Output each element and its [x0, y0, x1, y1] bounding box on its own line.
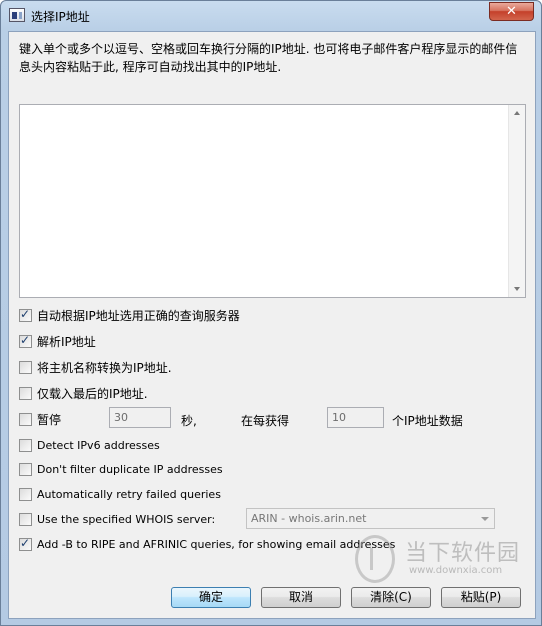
option-detect-ipv6[interactable]: Detect IPv6 addresses [19, 437, 160, 453]
watermark-url: www.downxia.com [409, 565, 503, 576]
pause-count-input[interactable]: 10 [327, 407, 384, 428]
close-button[interactable]: ✕ [489, 2, 534, 21]
option-label: 自动根据IP地址选用正确的查询服务器 [37, 308, 240, 323]
option-label: Detect IPv6 addresses [37, 438, 160, 452]
watermark-logo: 当下软件园 www.downxia.com [349, 531, 529, 587]
option-specified-whois[interactable]: Use the specified WHOIS server: [19, 511, 215, 527]
option-label: 仅载入最后的IP地址. [37, 386, 148, 401]
close-icon: ✕ [506, 4, 517, 19]
checkbox-detect-ipv6[interactable] [19, 438, 32, 452]
checkbox-resolve-ip[interactable] [19, 333, 32, 348]
checkbox-pause[interactable] [19, 412, 32, 426]
ok-button[interactable]: 确定 [171, 587, 251, 608]
option-label: Don't filter duplicate IP addresses [37, 462, 223, 476]
dialog-window: 选择IP地址 ✕ 键入单个或多个以逗号、空格或回车换行分隔的IP地址. 也可将电… [0, 0, 542, 626]
option-label: 解析IP地址 [37, 334, 96, 349]
instructions-text: 键入单个或多个以逗号、空格或回车换行分隔的IP地址. 也可将电子邮件客户程序显示… [19, 42, 518, 74]
cancel-button[interactable]: 取消 [261, 587, 341, 608]
checkbox-no-filter-duplicates[interactable] [19, 462, 32, 476]
pause-seconds-unit: 秒, [181, 414, 197, 428]
paste-button[interactable]: 粘贴(P) [441, 587, 521, 608]
checkbox-hostname-to-ip[interactable] [19, 360, 32, 374]
option-label: Automatically retry failed queries [37, 487, 221, 501]
checkbox-specified-whois[interactable] [19, 512, 32, 526]
option-load-last-ip[interactable]: 仅载入最后的IP地址. [19, 385, 148, 401]
option-pause[interactable]: 暂停 [19, 411, 61, 427]
whois-server-value: ARIN - whois.arin.net [251, 512, 367, 525]
option-no-filter-duplicates[interactable]: Don't filter duplicate IP addresses [19, 461, 223, 477]
option-label: 将主机名称转换为IP地址. [37, 360, 172, 375]
option-label: Add -B to RIPE and AFRINIC queries, for … [37, 537, 396, 551]
app-icon [9, 8, 25, 22]
watermark-icon [355, 535, 395, 583]
option-hostname-to-ip[interactable]: 将主机名称转换为IP地址. [19, 359, 172, 375]
checkbox-add-b-flag[interactable] [19, 536, 32, 551]
scroll-up-icon[interactable] [514, 111, 520, 115]
pause-every-label: 在每获得 [241, 414, 290, 428]
option-add-b-flag[interactable]: Add -B to RIPE and AFRINIC queries, for … [19, 536, 395, 552]
clear-button[interactable]: 清除(C) [351, 587, 431, 608]
checkbox-auto-retry[interactable] [19, 487, 32, 501]
watermark-text: 当下软件园 [405, 541, 521, 566]
vertical-scrollbar[interactable] [508, 105, 525, 297]
option-label: Use the specified WHOIS server: [37, 512, 216, 526]
checkbox-load-last-ip[interactable] [19, 386, 32, 400]
option-auto-retry[interactable]: Automatically retry failed queries [19, 486, 221, 502]
whois-server-select[interactable]: ARIN - whois.arin.net [246, 508, 495, 529]
chevron-down-icon[interactable] [477, 511, 492, 526]
option-resolve-ip[interactable]: 解析IP地址 [19, 333, 96, 349]
pause-count-unit: 个IP地址数据 [392, 414, 463, 428]
ip-address-input[interactable] [19, 104, 526, 298]
scroll-down-icon[interactable] [514, 287, 520, 291]
option-auto-select-server[interactable]: 自动根据IP地址选用正确的查询服务器 [19, 307, 240, 323]
title-bar[interactable]: 选择IP地址 ✕ [1, 1, 541, 31]
option-label: 暂停 [37, 412, 62, 427]
pause-seconds-input[interactable]: 30 [109, 407, 171, 428]
window-title: 选择IP地址 [31, 10, 90, 24]
checkbox-auto-select-server[interactable] [19, 307, 32, 322]
